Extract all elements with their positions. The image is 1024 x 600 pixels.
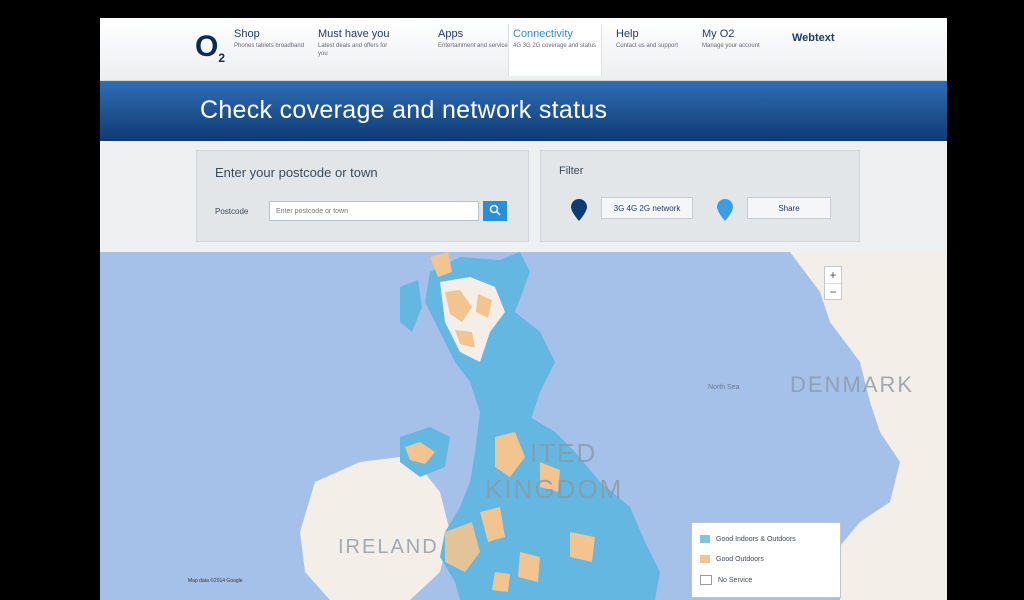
nav-subtitle: Latest deals and offers for you [318, 43, 388, 57]
map-label-ireland: IRELAND [338, 536, 439, 558]
legend-swatch [700, 535, 710, 543]
nav-subtitle: Contact us and support [616, 43, 679, 49]
nav-title: Apps [438, 28, 464, 40]
map-legend: Good Indoors & Outdoors Good Outdoors No… [691, 522, 841, 598]
nav-item-apps[interactable]: Apps Entertainment and services [438, 28, 516, 76]
nav-item-help[interactable]: Help Contact us and support [616, 28, 694, 76]
map-pin-dark-icon [571, 199, 587, 221]
ireland-landmass [300, 457, 450, 600]
page-banner: Check coverage and network status [100, 81, 947, 141]
zoom-control: + − [824, 266, 842, 300]
nav-subtitle: Entertainment and services [438, 43, 511, 49]
zoom-out-button[interactable]: − [825, 284, 841, 300]
nav-title: Shop [234, 28, 260, 40]
nav-title: Connectivity [513, 28, 573, 40]
top-navigation: O2 Shop Phones tablets broadband Must ha… [100, 18, 947, 81]
coverage-map[interactable]: DENMARK ITED KINGDOM IRELAND North Sea +… [100, 252, 947, 600]
network-filter-button[interactable]: 3G 4G 2G network [601, 197, 693, 219]
map-label-denmark: DENMARK [790, 372, 915, 397]
postcode-label: Postcode [215, 207, 249, 216]
webtext-link[interactable]: Webtext [792, 32, 835, 44]
zoom-in-button[interactable]: + [825, 267, 841, 284]
hebrides-coverage [400, 280, 422, 332]
nav-title: My O2 [702, 28, 735, 40]
map-copyright: Map data ©2014 Google [188, 578, 243, 584]
filter-panel: Filter 3G 4G 2G network Share [540, 150, 860, 242]
filter-title: Filter [559, 165, 584, 177]
legend-item-good-indoor-outdoor: Good Indoors & Outdoors [700, 535, 796, 543]
postcode-input[interactable] [269, 201, 479, 221]
nav-title: Help [616, 28, 639, 40]
search-button[interactable] [483, 201, 507, 221]
legend-item-good-outdoors: Good Outdoors [700, 555, 764, 563]
map-label-kingdom: KINGDOM [485, 474, 624, 504]
legend-swatch [700, 575, 712, 585]
nav-subtitle: Phones tablets broadband [234, 43, 305, 49]
map-pin-light-icon [717, 199, 733, 221]
scotland-coverage [425, 252, 555, 427]
page-title: Check coverage and network status [200, 96, 608, 124]
legend-item-no-service: No Service [700, 575, 752, 585]
nav-item-my-o2[interactable]: My O2 Manage your account [702, 28, 780, 76]
map-label-north-sea: North Sea [708, 384, 740, 391]
nav-title: Must have you [318, 28, 390, 40]
o2-logo[interactable]: O2 [195, 30, 225, 65]
postcode-search-panel: Enter your postcode or town Postcode [196, 150, 529, 242]
nav-item-must-have[interactable]: Must have you Latest deals and offers fo… [318, 28, 396, 76]
legend-swatch [700, 555, 710, 563]
browser-page: O2 Shop Phones tablets broadband Must ha… [100, 18, 947, 600]
map-label-united: ITED [530, 438, 598, 468]
nav-item-connectivity[interactable]: Connectivity 4G 3G 2G coverage and statu… [508, 24, 602, 76]
nav-subtitle: 4G 3G 2G coverage and status [513, 43, 597, 49]
share-button[interactable]: Share [747, 197, 831, 219]
nav-subtitle: Manage your account [702, 43, 760, 49]
search-panel-title: Enter your postcode or town [215, 165, 378, 180]
search-icon [489, 204, 501, 216]
legend-label: Good Outdoors [716, 555, 764, 563]
nav-item-shop[interactable]: Shop Phones tablets broadband [234, 28, 312, 76]
legend-label: No Service [718, 576, 753, 584]
legend-label: Good Indoors & Outdoors [716, 535, 796, 543]
